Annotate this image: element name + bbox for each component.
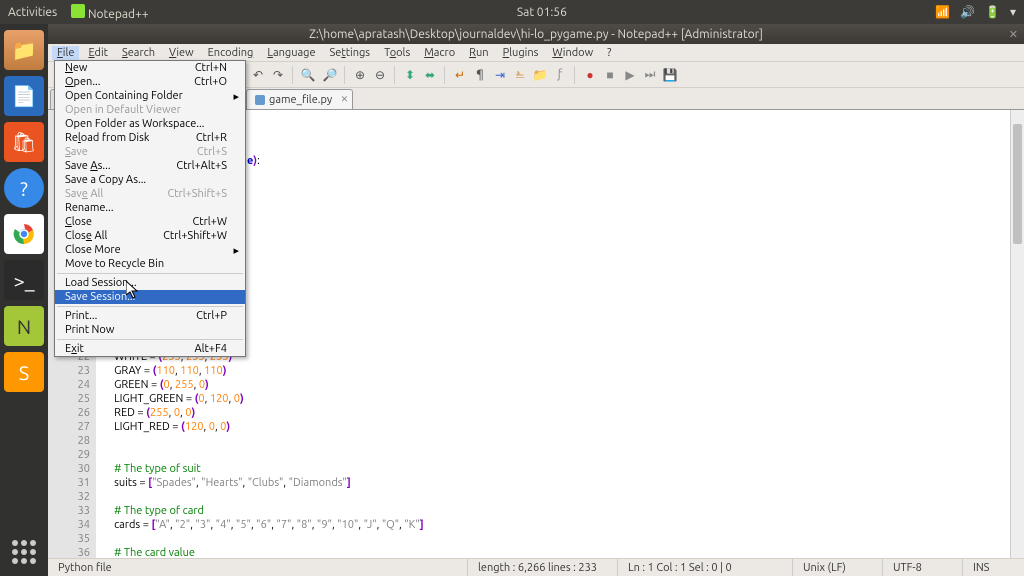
- menu-close[interactable]: CloseCtrl+W: [55, 215, 245, 229]
- menu-save-as[interactable]: Save As...Ctrl+Alt+S: [55, 159, 245, 173]
- toolbar-record-icon[interactable]: ●: [580, 65, 600, 85]
- dock-writer-icon[interactable]: 📄: [4, 76, 44, 116]
- toolbar-func-icon[interactable]: ƒ: [550, 65, 570, 85]
- menu-print-now[interactable]: Print Now: [55, 323, 245, 337]
- menu-edit[interactable]: Edit: [83, 46, 113, 60]
- status-lang: Python file: [48, 559, 468, 576]
- toolbar-new-icon[interactable]: ↶: [248, 65, 268, 85]
- notepadpp-icon: [71, 4, 85, 18]
- toolbar-sync-v-icon[interactable]: ⬍: [400, 65, 420, 85]
- menu-separator: [57, 273, 243, 274]
- toolbar-play-icon[interactable]: ▶: [620, 65, 640, 85]
- dock-notepadpp-icon[interactable]: N: [4, 306, 44, 346]
- toolbar-zoomin-icon[interactable]: ⊕: [350, 65, 370, 85]
- app-indicator[interactable]: Notepad++: [71, 4, 148, 21]
- titlebar: Z:\home\apratash\Desktop\journaldev\hi-l…: [48, 24, 1024, 44]
- menu-settings[interactable]: Settings: [325, 46, 376, 60]
- menu-print[interactable]: Print...Ctrl+P: [55, 309, 245, 323]
- toolbar-folder-icon[interactable]: 📁: [530, 65, 550, 85]
- status-enc: UTF-8: [883, 559, 963, 576]
- menu-macro[interactable]: Macro: [419, 46, 460, 60]
- dock-apps-icon[interactable]: [12, 540, 36, 564]
- status-pos: Ln : 1 Col : 1 Sel : 0 | 0: [618, 559, 793, 576]
- menu-reload[interactable]: Reload from DiskCtrl+R: [55, 131, 245, 145]
- menu-save-all: Save AllCtrl+Shift+S: [55, 187, 245, 201]
- toolbar-zoomout-icon[interactable]: ⊖: [370, 65, 390, 85]
- toolbar-indent-icon[interactable]: ⇥: [490, 65, 510, 85]
- gnome-top-bar: Activities Notepad++ Sat 01:56 📶 🔊 🔋 ▾: [0, 0, 1024, 24]
- menu-save-session[interactable]: Save Session...: [55, 290, 245, 304]
- toolbar-stop-icon[interactable]: ■: [600, 65, 620, 85]
- menu-load-session[interactable]: Load Session...: [55, 276, 245, 290]
- dock-terminal-icon[interactable]: >_: [4, 260, 44, 300]
- dock-help-icon[interactable]: ?: [4, 168, 44, 208]
- status-length: length : 6,266 lines : 233: [468, 559, 618, 576]
- dock: 📁 📄 🛍 ? >_ N S: [0, 24, 48, 576]
- submenu-arrow-icon: ▸: [233, 244, 239, 257]
- menu-separator: [57, 339, 243, 340]
- menu-window[interactable]: Window: [547, 46, 598, 60]
- power-icon[interactable]: ▾: [1010, 5, 1016, 19]
- menu-search[interactable]: Search: [117, 46, 160, 60]
- dock-files-icon[interactable]: 📁: [4, 30, 44, 70]
- volume-icon[interactable]: 🔊: [960, 5, 975, 19]
- menu-save: SaveCtrl+S: [55, 145, 245, 159]
- tab-game-file[interactable]: game_file.py✕: [246, 89, 353, 109]
- scrollbar-vertical[interactable]: [1010, 110, 1024, 558]
- menu-tools[interactable]: Tools: [379, 46, 415, 60]
- file-icon: [255, 95, 265, 105]
- menu-file[interactable]: File: [52, 46, 79, 60]
- network-icon[interactable]: 📶: [935, 5, 950, 19]
- close-tab-icon[interactable]: ✕: [341, 94, 349, 105]
- file-menu-dropdown: NewCtrl+N Open...Ctrl+O Open Containing …: [54, 60, 246, 357]
- menu-separator: [57, 306, 243, 307]
- menu-save-copy[interactable]: Save a Copy As...: [55, 173, 245, 187]
- window-title: Z:\home\apratash\Desktop\journaldev\hi-l…: [309, 28, 763, 41]
- close-icon[interactable]: ✕: [1009, 28, 1018, 41]
- menu-close-all[interactable]: Close AllCtrl+Shift+W: [55, 229, 245, 243]
- menu-run[interactable]: Run: [464, 46, 493, 60]
- dock-software-icon[interactable]: 🛍: [4, 122, 44, 162]
- activities-button[interactable]: Activities: [8, 6, 57, 19]
- clock[interactable]: Sat 01:56: [517, 6, 567, 19]
- menu-view[interactable]: View: [164, 46, 199, 60]
- menu-plugins[interactable]: Plugins: [498, 46, 544, 60]
- menu-encoding[interactable]: Encoding: [203, 46, 259, 60]
- menu-help[interactable]: ?: [602, 46, 616, 60]
- menu-open-workspace[interactable]: Open Folder as Workspace...: [55, 117, 245, 131]
- menu-rename[interactable]: Rename...: [55, 201, 245, 215]
- menu-close-more[interactable]: Close More▸: [55, 243, 245, 257]
- menu-exit[interactable]: ExitAlt+F4: [55, 342, 245, 356]
- dock-chrome-icon[interactable]: [4, 214, 44, 254]
- toolbar-allchars-icon[interactable]: ¶: [470, 65, 490, 85]
- dock-sublime-icon[interactable]: S: [4, 352, 44, 392]
- submenu-arrow-icon: ▸: [233, 90, 239, 103]
- menu-open[interactable]: Open...Ctrl+O: [55, 75, 245, 89]
- mouse-cursor-icon: [126, 281, 142, 301]
- toolbar-redo-icon[interactable]: ↷: [268, 65, 288, 85]
- menu-open-default: Open in Default Viewer: [55, 103, 245, 117]
- battery-icon[interactable]: 🔋: [985, 5, 1000, 19]
- toolbar-save-macro-icon[interactable]: 💾: [660, 65, 680, 85]
- toolbar-userlang-icon[interactable]: ⎁: [510, 65, 530, 85]
- toolbar-playmulti-icon[interactable]: ⏭: [640, 65, 660, 85]
- toolbar-find-icon[interactable]: 🔍: [298, 65, 318, 85]
- toolbar-sync-h-icon[interactable]: ⬌: [420, 65, 440, 85]
- menu-language[interactable]: Language: [262, 46, 320, 60]
- status-eol: Unix (LF): [793, 559, 883, 576]
- toolbar-replace-icon[interactable]: 🔎: [320, 65, 340, 85]
- scrollbar-thumb[interactable]: [1013, 124, 1022, 244]
- status-ins: INS: [963, 559, 1024, 576]
- statusbar: Python file length : 6,266 lines : 233 L…: [48, 558, 1024, 576]
- toolbar-wrap-icon[interactable]: ↵: [450, 65, 470, 85]
- menu-new[interactable]: NewCtrl+N: [55, 61, 245, 75]
- menu-open-containing[interactable]: Open Containing Folder▸: [55, 89, 245, 103]
- menu-recycle[interactable]: Move to Recycle Bin: [55, 257, 245, 271]
